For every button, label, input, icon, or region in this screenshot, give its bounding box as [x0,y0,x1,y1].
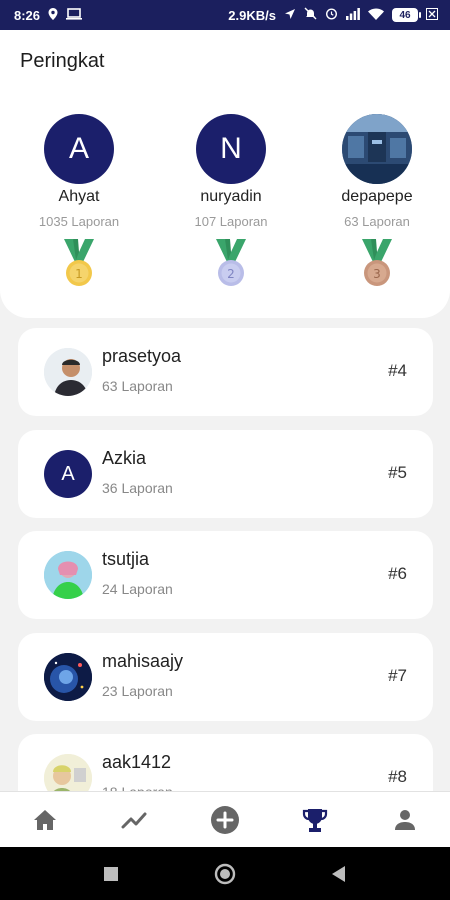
laptop-icon [66,7,83,23]
avatar-photo-icon [44,551,92,599]
rank-number: #5 [388,463,407,482]
trending-icon [121,812,147,828]
alarm-icon [325,7,338,23]
location-icon [48,7,58,23]
report-count: 24 Laporan [102,581,173,597]
podium-report-count: 1035 Laporan [38,214,120,229]
bottom-navigation [0,791,450,847]
podium-second[interactable]: N nuryadin 107 Laporan 2 [161,114,301,289]
bronze-medal-icon: 3 [362,239,392,286]
ranking-row[interactable]: A Azkia 36 Laporan #5 [18,430,433,518]
signal-icon [346,7,360,23]
podium-third[interactable]: depapepe 63 Laporan 3 [307,114,447,289]
circle-icon [214,863,236,884]
rank-number: #7 [388,666,407,685]
avatar [342,114,412,184]
avatar-photo-icon [44,653,92,701]
clock: 8:26 [14,7,41,23]
home-button[interactable] [205,854,245,894]
avatar-initial: N [220,132,242,165]
avatar: A [44,450,92,498]
ranking-row[interactable]: prasetyoa 63 Laporan #4 [18,328,433,416]
report-count: 23 Laporan [102,683,173,699]
mute-icon [304,7,317,23]
nav-leaderboard[interactable] [285,792,345,848]
back-triangle-icon [332,865,345,882]
medal-number: 2 [227,267,235,281]
podium-name: Ahyat [58,188,100,205]
wifi-icon [368,8,384,23]
nav-home[interactable] [15,792,75,848]
user-name: aak1412 [102,752,172,772]
avatar-photo-icon [44,348,92,396]
avatar-initial: A [68,132,89,165]
nav-profile[interactable] [375,792,435,848]
rank-number: #8 [388,767,407,786]
user-name: tsutjia [102,549,150,569]
avatar-initial: A [61,462,75,485]
back-button[interactable] [319,854,359,894]
avatar [44,551,92,599]
status-bar: 8:26 2.9KB/s 46 [0,0,450,30]
close-icon [426,7,438,23]
report-count: 63 Laporan [102,378,173,394]
network-speed: 2.9KB/s [228,7,276,23]
avatar: N [196,114,266,184]
add-icon [211,805,239,834]
home-icon [34,809,56,830]
podium-report-count: 107 Laporan [194,214,268,229]
silver-medal-icon: 2 [216,239,246,286]
rank-number: #6 [388,564,407,583]
podium-first[interactable]: A Ahyat 1035 Laporan 1 [9,114,149,289]
medal-number: 3 [373,267,381,281]
page-title: Peringkat [20,50,105,72]
podium-name: nuryadin [200,188,262,205]
avatar-photo-icon [342,114,412,184]
report-count: 36 Laporan [102,480,173,496]
podium-report-count: 63 Laporan [344,214,410,229]
navigation-arrow-icon [284,8,296,23]
user-name: Azkia [102,448,147,468]
square-icon [104,866,118,881]
avatar [44,653,92,701]
rank-number: #4 [388,361,407,380]
medal-number: 1 [75,267,83,281]
user-name: mahisaajy [102,651,184,671]
battery-indicator: 46 [392,8,421,22]
system-navigation-bar [0,847,450,900]
trophy-icon [302,808,328,832]
ranking-row[interactable]: tsutjia 24 Laporan #6 [18,531,433,619]
ranking-row[interactable]: mahisaajy 23 Laporan #7 [18,633,433,721]
avatar [44,348,92,396]
nav-add-report[interactable] [195,792,255,848]
gold-medal-icon: 1 [64,239,94,286]
podium-name: depapepe [341,188,413,205]
profile-icon [395,809,415,830]
user-name: prasetyoa [102,346,182,366]
recent-apps-button[interactable] [91,854,131,894]
nav-statistics[interactable] [105,792,165,848]
avatar: A [44,114,114,184]
top-three-card: Peringkat A Ahyat 1035 Laporan 1 N nurya… [0,30,450,318]
